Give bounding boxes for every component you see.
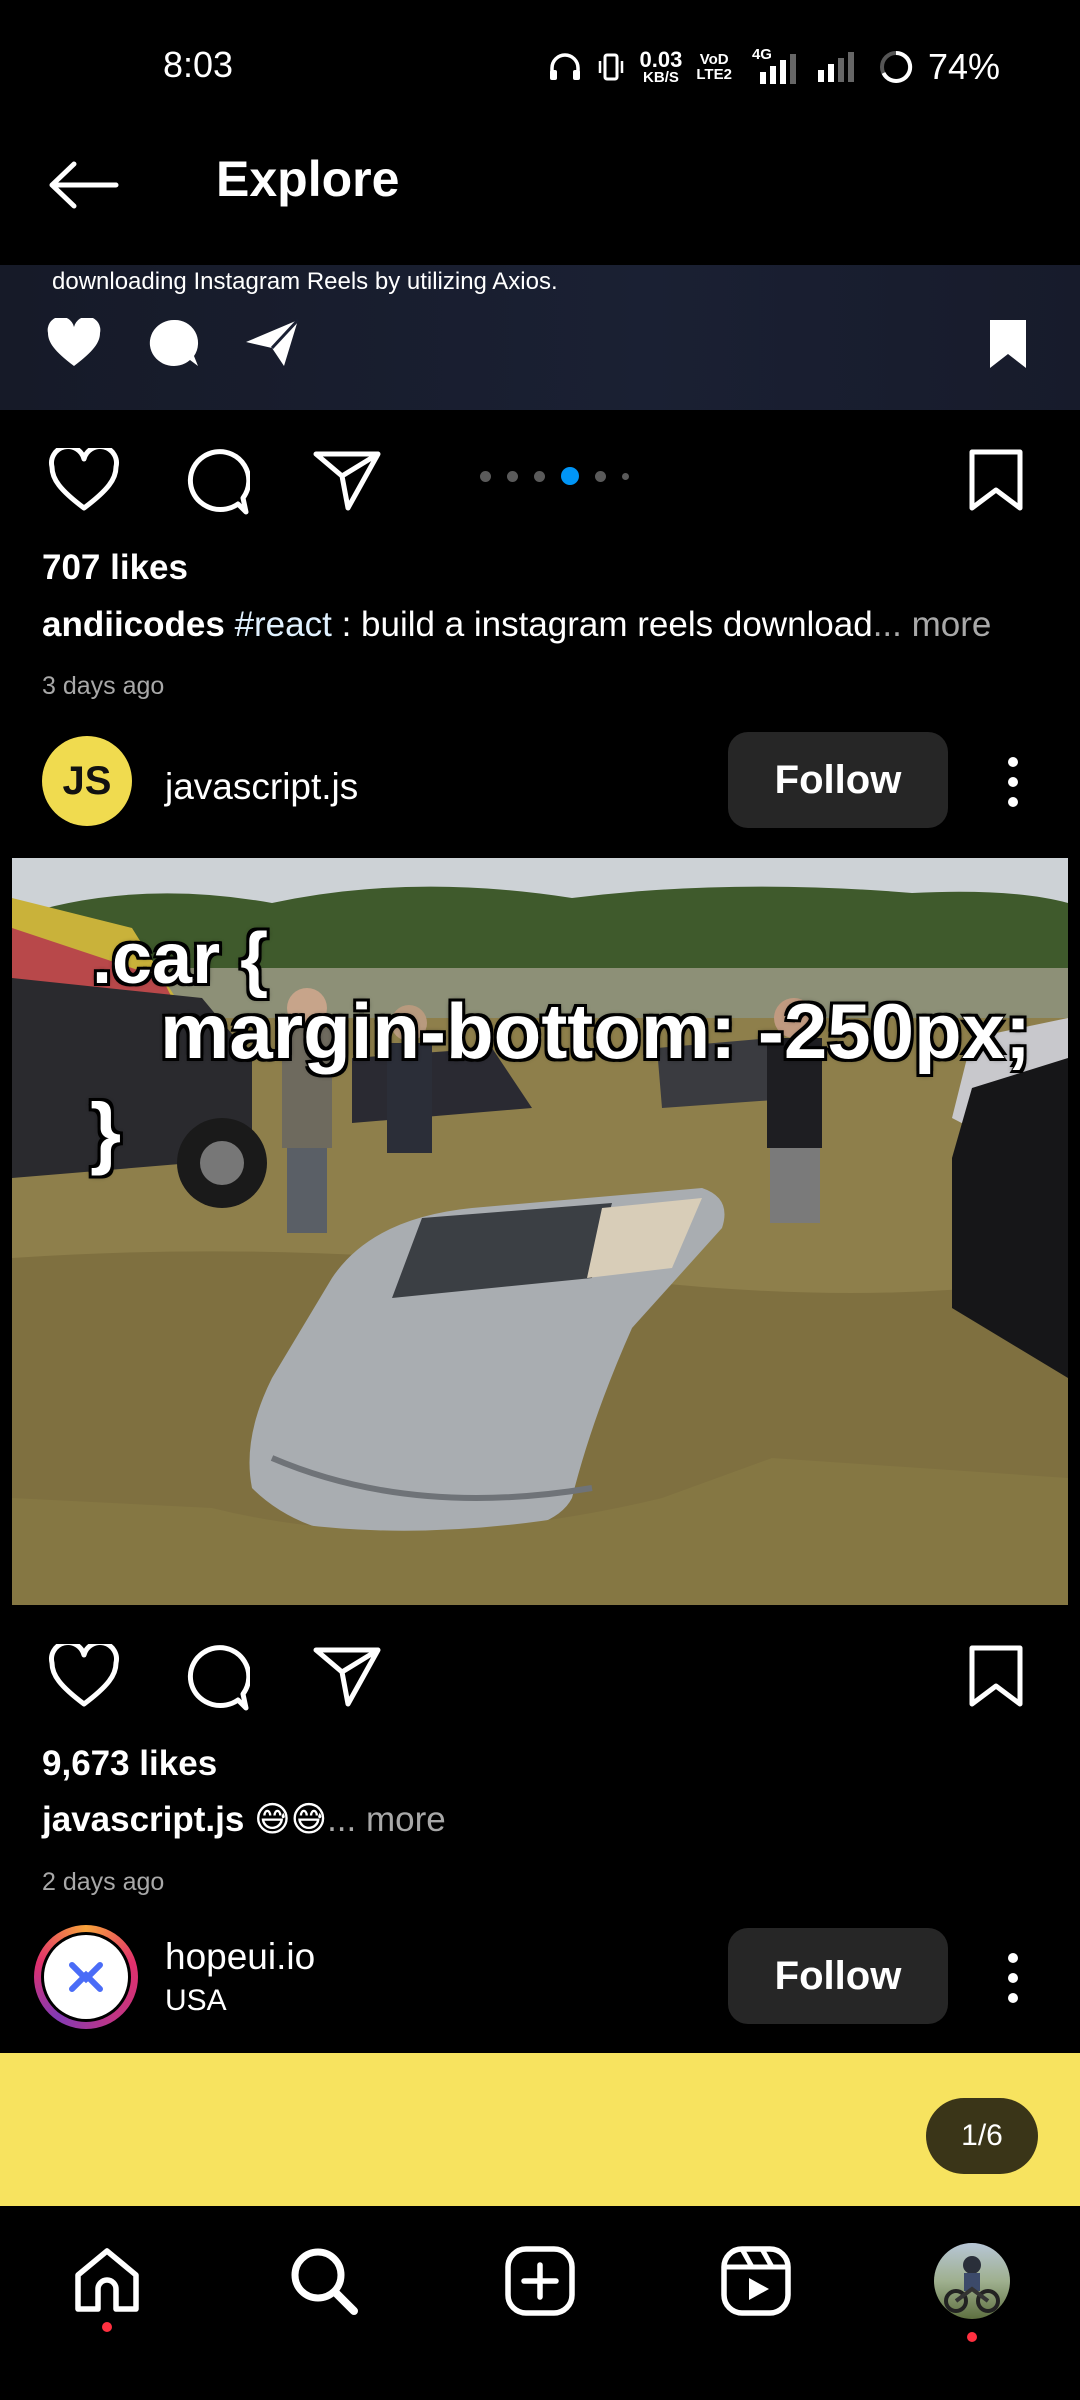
follow-button[interactable]: Follow [728,1928,948,2024]
likes-count[interactable]: 9,673 likes [42,1744,217,1784]
comment-icon[interactable] [180,1644,250,1712]
carousel-dot [595,470,606,482]
carousel-dot [480,470,491,482]
carousel-dot [622,472,629,480]
caption-username[interactable]: andiicodes [42,605,225,644]
post-timestamp: 2 days ago [42,1868,165,1896]
search-icon[interactable] [288,2245,360,2317]
meme-text-line3: } [90,1087,122,1176]
net-speed: 0.03 KB/S [639,46,683,86]
caption-more[interactable]: ... more [873,605,992,644]
send-filled-icon [244,318,300,368]
profile-notification-dot [967,2332,977,2342]
follow-button[interactable]: Follow [728,732,948,828]
caption-emoji: 😅😅 [254,1800,328,1839]
status-icons: 0.03 KB/S VoD LTE2 4G 74% [548,46,1000,88]
signal-icon [816,52,864,82]
post-caption[interactable]: javascript.js 😅😅... more [42,1800,446,1840]
post-timestamp: 3 days ago [42,672,165,700]
next-post-media[interactable] [0,2053,1080,2206]
avatar[interactable]: JS [42,736,132,826]
previous-post-media-caption: downloading Instagram Reels by utilizing… [52,268,558,295]
page-title: Explore [216,151,400,207]
meme-text-line2: margin-bottom: -250px; [160,987,1032,1075]
carousel-page-indicator: 1/6 [926,2098,1038,2174]
post-username[interactable]: hopeui.io [165,1936,315,1978]
share-icon[interactable] [312,1644,382,1708]
post-location[interactable]: USA [165,1984,227,2018]
more-options-icon[interactable] [1003,1952,1023,2004]
like-icon[interactable] [48,1644,120,1708]
comment-filled-icon [148,318,200,368]
caption-text: : build a instagram reels download [331,605,873,644]
vibrate-icon [596,52,626,82]
volte-badge: VoD LTE2 [696,51,732,83]
profile-avatar[interactable] [934,2243,1010,2319]
like-icon[interactable] [48,448,120,512]
likes-count[interactable]: 707 likes [42,548,188,588]
avatar-story-ring[interactable] [34,1925,138,2029]
post-username[interactable]: javascript.js [165,766,358,808]
home-icon[interactable] [72,2245,142,2315]
save-icon[interactable] [968,448,1024,512]
battery-percent: 74% [927,46,1000,87]
reels-icon[interactable] [720,2245,792,2317]
carousel-dot [507,470,518,482]
comment-icon[interactable] [180,448,250,516]
back-arrow-icon[interactable] [46,160,120,210]
status-time: 8:03 [163,44,234,85]
carousel-dot-active [561,467,579,485]
share-icon[interactable] [312,448,382,512]
create-icon[interactable] [504,2245,576,2317]
carousel-dot [534,470,545,482]
bookmark-filled-icon [988,318,1028,370]
caption-username[interactable]: javascript.js [42,1800,244,1839]
post-image[interactable]: .car { margin-bottom: -250px; } [12,858,1068,1605]
caption-hashtag[interactable]: #react [235,605,332,644]
signal-4g-icon: 4G [746,46,802,84]
heart-filled-icon [46,318,102,368]
home-notification-dot [102,2322,112,2332]
post-caption[interactable]: andiicodes #react : build a instagram re… [42,605,991,645]
caption-more[interactable]: ... more [327,1800,446,1839]
battery-icon [878,49,914,85]
carousel-dots [480,466,629,486]
hopeui-logo-icon [44,1935,128,2019]
headphones-icon [548,52,582,82]
save-icon[interactable] [968,1644,1024,1708]
more-options-icon[interactable] [1003,756,1023,808]
